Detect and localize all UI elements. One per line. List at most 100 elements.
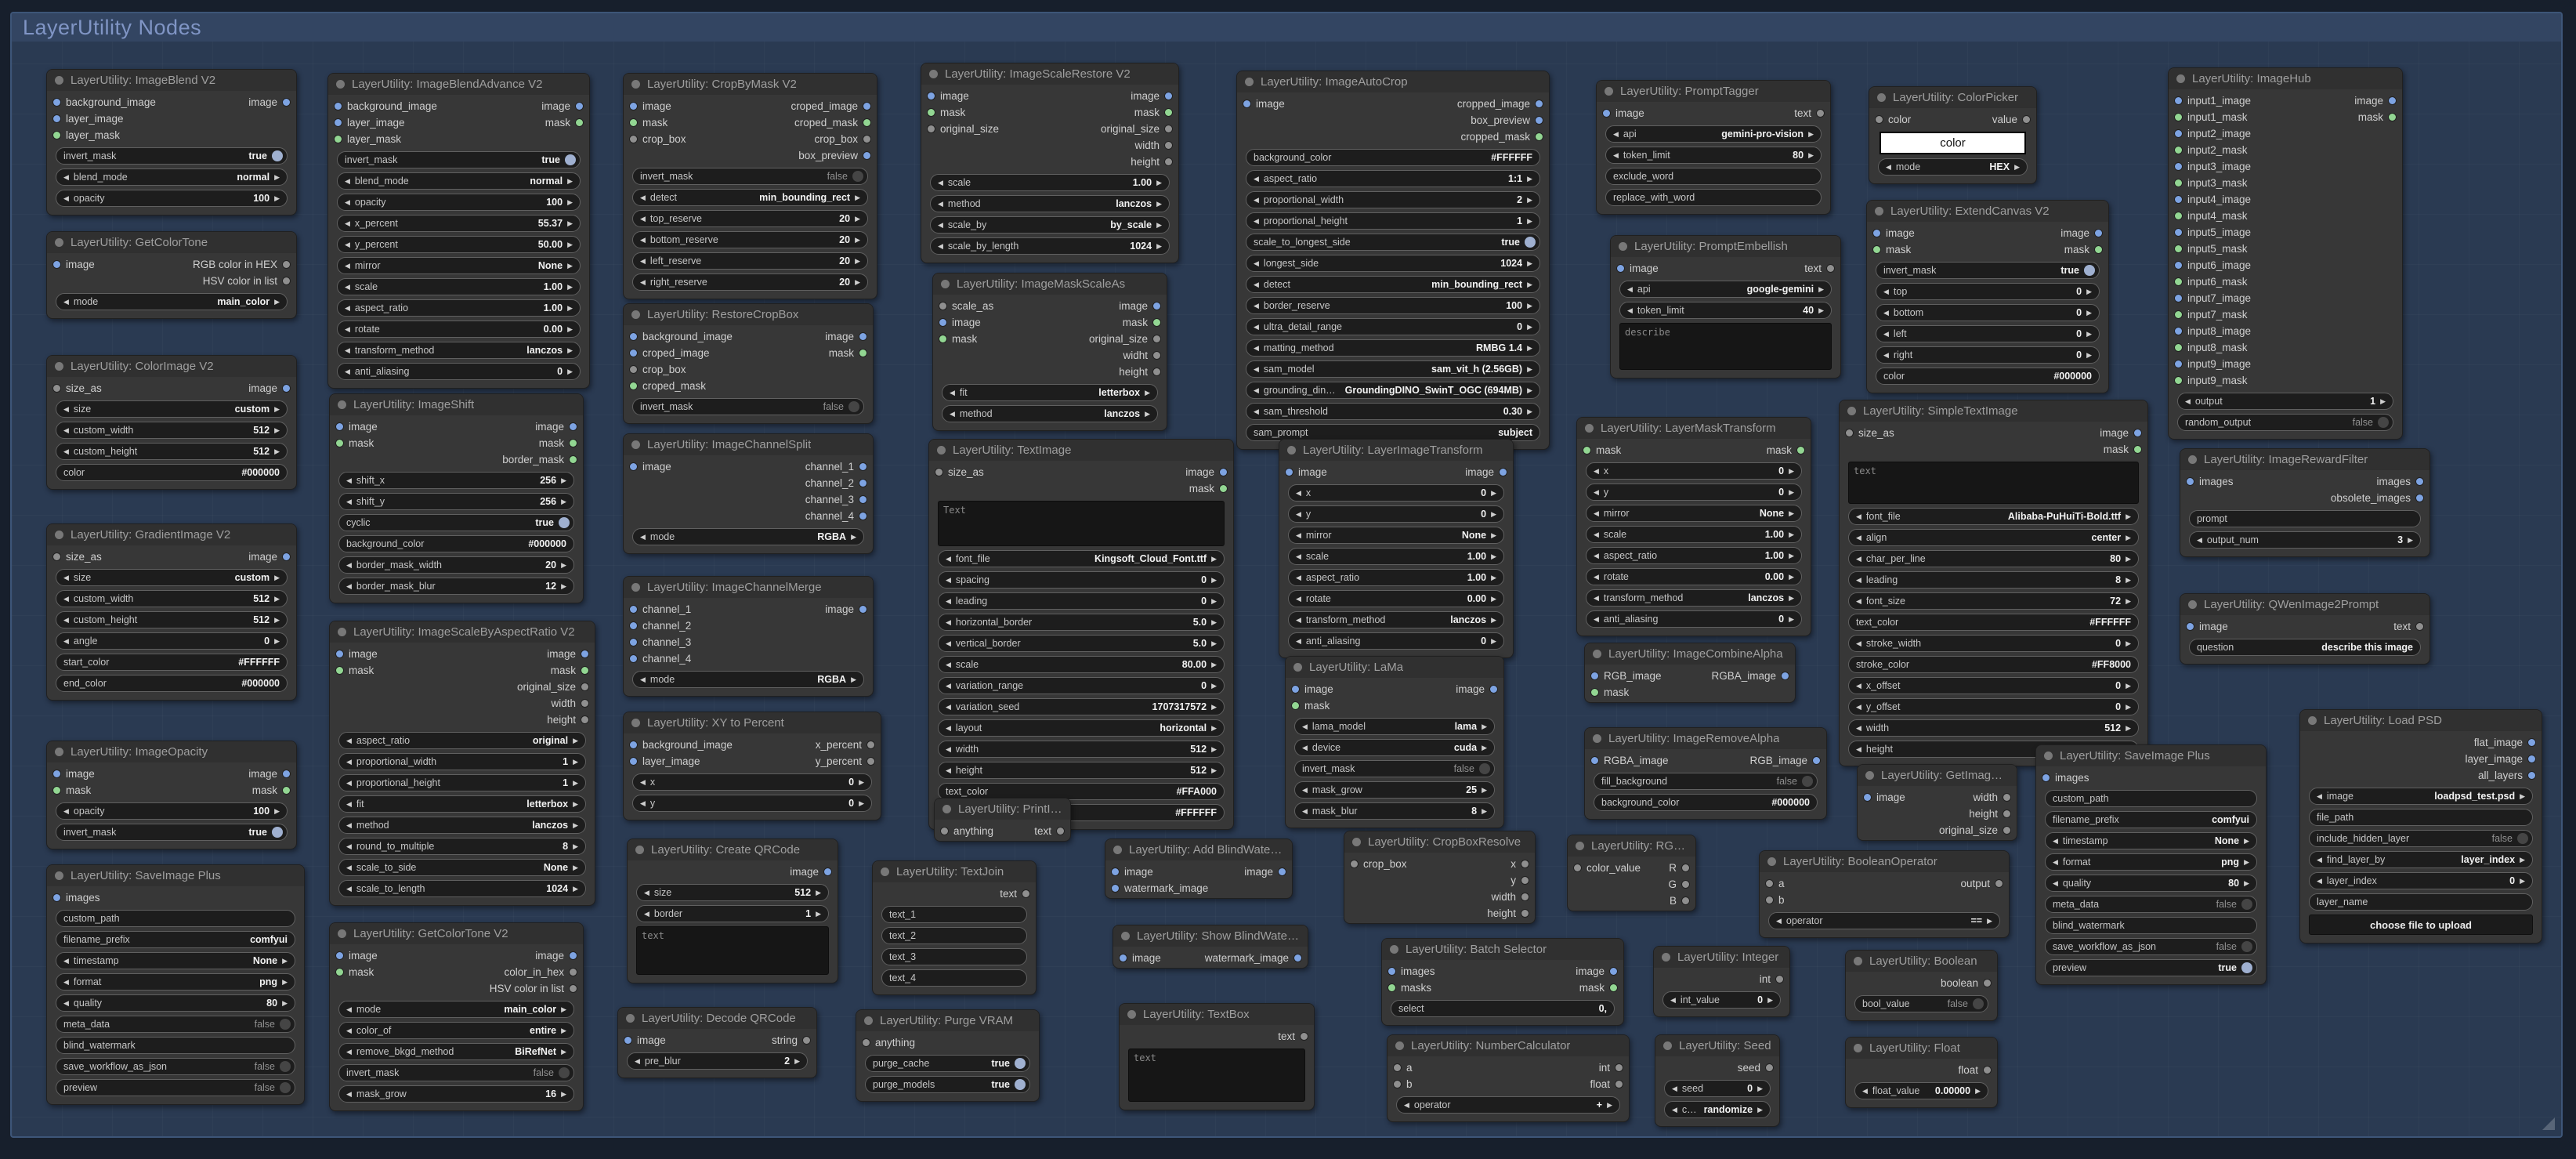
collapse-dot[interactable]: [1854, 1044, 1862, 1052]
widget-meta_data[interactable]: meta_datafalse: [2045, 896, 2257, 913]
combo-left-arrow-icon[interactable]: ◀: [2053, 837, 2058, 846]
combo-left-arrow-icon[interactable]: ◀: [1613, 151, 1619, 160]
combo-right-arrow-icon[interactable]: ▶: [567, 262, 573, 270]
node-title-bar[interactable]: LayerUtility: ImageOpacity: [47, 741, 296, 762]
combo-left-arrow-icon[interactable]: ◀: [1254, 407, 1259, 416]
widget-cyclic[interactable]: cyclictrue: [338, 514, 574, 531]
output-port-seed[interactable]: seed: [1731, 1059, 1779, 1076]
toggle-dot-icon[interactable]: [852, 171, 863, 182]
widget-vertical_border[interactable]: ◀vertical_border5.0▶: [938, 635, 1225, 652]
combo-left-arrow-icon[interactable]: ◀: [345, 304, 350, 313]
input-port-images[interactable]: images: [47, 889, 107, 906]
combo-left-arrow-icon[interactable]: ◀: [346, 561, 352, 570]
combo-left-arrow-icon[interactable]: ◀: [2317, 877, 2322, 886]
widget-layer_name[interactable]: layer_name: [2309, 893, 2533, 911]
node-title-bar[interactable]: LayerUtility: BooleanOperator: [1760, 851, 2009, 872]
collapse-dot[interactable]: [942, 805, 951, 813]
widget-device[interactable]: ◀devicecuda▶: [1294, 739, 1495, 756]
input-port-image[interactable]: image: [47, 256, 101, 273]
combo-left-arrow-icon[interactable]: ◀: [1670, 996, 1676, 1005]
combo-left-arrow-icon[interactable]: ◀: [1613, 130, 1619, 139]
widget-y_percent[interactable]: ◀y_percent50.00▶: [337, 236, 581, 253]
input-port-mask[interactable]: mask: [624, 114, 693, 131]
collapse-dot[interactable]: [55, 871, 63, 880]
widget-transform_method[interactable]: ◀transform_methodlanczos▶: [337, 342, 581, 359]
node-lama[interactable]: LayerUtility: LaMaimagemaskimage◀lama_mo…: [1285, 656, 1504, 828]
widget-text_color[interactable]: text_color#FFFFFF: [1848, 614, 2139, 631]
widget-scale[interactable]: ◀scale1.00▶: [930, 174, 1170, 191]
node-layer-mask-transform[interactable]: LayerUtility: LayerMaskTransformmaskmask…: [1576, 417, 1811, 636]
output-dot-icon[interactable]: [1615, 1081, 1623, 1088]
combo-left-arrow-icon[interactable]: ◀: [1254, 302, 1259, 310]
node-title-bar[interactable]: LayerUtility: QWenImage2Prompt: [2180, 594, 2429, 615]
combo-right-arrow-icon[interactable]: ▶: [274, 574, 280, 582]
input-port-image[interactable]: image: [921, 88, 1005, 104]
textarea-text[interactable]: text: [636, 926, 829, 975]
combo-left-arrow-icon[interactable]: ◀: [1296, 552, 1301, 561]
combo-left-arrow-icon[interactable]: ◀: [1883, 330, 1889, 339]
combo-left-arrow-icon[interactable]: ◀: [946, 703, 951, 712]
widget-invert_mask[interactable]: invert_masktrue: [56, 147, 288, 165]
widget-preview[interactable]: previewtrue: [2045, 959, 2257, 976]
collapse-dot[interactable]: [631, 440, 640, 449]
input-dot-icon[interactable]: [1591, 672, 1598, 679]
collapse-dot[interactable]: [338, 628, 346, 636]
node-crop-by-mask-v2[interactable]: LayerUtility: CropByMask V2imagemaskcrop…: [623, 73, 877, 299]
input-port-input8_image[interactable]: input8_image: [2169, 323, 2257, 339]
widget-select[interactable]: select0,: [1391, 1000, 1615, 1017]
toggle-dot-icon[interactable]: [2378, 417, 2389, 428]
combo-right-arrow-icon[interactable]: ▶: [1211, 661, 1217, 669]
input-dot-icon[interactable]: [935, 469, 942, 476]
widget-bool_value[interactable]: bool_valuefalse: [1854, 995, 1988, 1012]
widget-bottom_reserve[interactable]: ◀bottom_reserve20▶: [632, 231, 868, 248]
node-title-bar[interactable]: LayerUtility: ExtendCanvas V2: [1867, 201, 2108, 222]
output-dot-icon[interactable]: [1057, 828, 1064, 835]
input-port-image[interactable]: image: [1105, 864, 1214, 880]
combo-left-arrow-icon[interactable]: ◀: [640, 194, 646, 202]
output-port-croped_mask[interactable]: croped_mask: [788, 114, 877, 131]
combo-right-arrow-icon[interactable]: ▶: [1975, 1087, 1981, 1096]
widget-scale_to_longest_side[interactable]: scale_to_longest_sidetrue: [1246, 234, 1540, 251]
node-boolean[interactable]: LayerUtility: Booleanbooleanbool_valuefa…: [1845, 950, 1998, 1021]
input-dot-icon[interactable]: [1603, 110, 1610, 117]
combo-right-arrow-icon[interactable]: ▶: [1527, 365, 1532, 374]
widget-rotate[interactable]: ◀rotate0.00▶: [1288, 590, 1504, 607]
node-image-channel-merge[interactable]: LayerUtility: ImageChannelMergechannel_1…: [623, 576, 874, 697]
collapse-dot[interactable]: [631, 583, 640, 592]
combo-left-arrow-icon[interactable]: ◀: [2185, 397, 2191, 406]
input-dot-icon[interactable]: [2175, 179, 2182, 187]
node-title-bar[interactable]: LayerUtility: ColorImage V2: [47, 356, 296, 377]
output-dot-icon[interactable]: [1817, 110, 1824, 117]
output-dot-icon[interactable]: [1813, 757, 1820, 764]
combo-right-arrow-icon[interactable]: ▶: [1491, 637, 1496, 646]
output-port-mask[interactable]: mask: [2097, 441, 2147, 458]
widget-scale_by[interactable]: ◀scale_byby_scale▶: [930, 216, 1170, 234]
input-port-mask[interactable]: mask: [47, 782, 101, 799]
input-dot-icon[interactable]: [1394, 1081, 1401, 1088]
input-dot-icon[interactable]: [2042, 774, 2050, 781]
widget-shift_y[interactable]: ◀shift_y256▶: [338, 493, 574, 510]
combo-left-arrow-icon[interactable]: ◀: [950, 410, 955, 418]
combo-left-arrow-icon[interactable]: ◀: [346, 800, 352, 809]
output-dot-icon[interactable]: [1536, 100, 1543, 107]
widget-bottom[interactable]: ◀bottom0▶: [1876, 304, 2100, 321]
widget-pre_blur[interactable]: ◀pre_blur2▶: [627, 1052, 808, 1070]
output-dot-icon[interactable]: [863, 136, 870, 143]
input-port-input8_mask[interactable]: input8_mask: [2169, 339, 2257, 356]
widget-quality[interactable]: ◀quality80▶: [56, 994, 295, 1012]
widget-x[interactable]: ◀x0▶: [1288, 484, 1504, 502]
output-dot-icon[interactable]: [1490, 686, 1497, 693]
combo-right-arrow-icon[interactable]: ▶: [567, 198, 573, 207]
combo-left-arrow-icon[interactable]: ◀: [1254, 259, 1259, 268]
output-port-image[interactable]: image: [529, 418, 583, 435]
widget-image[interactable]: ◀imageloadpsd_test.psd▶: [2309, 788, 2533, 805]
input-dot-icon[interactable]: [630, 741, 637, 748]
output-dot-icon[interactable]: [1536, 117, 1543, 124]
widget-mirror[interactable]: ◀mirrorNone▶: [1288, 527, 1504, 544]
widget-invert_mask[interactable]: invert_masktrue: [56, 824, 288, 841]
input-dot-icon[interactable]: [336, 969, 343, 976]
toggle-dot-icon[interactable]: [1015, 1058, 1026, 1069]
combo-left-arrow-icon[interactable]: ◀: [1883, 288, 1889, 296]
node-title-bar[interactable]: LayerUtility: Batch Selector: [1382, 939, 1623, 960]
combo-left-arrow-icon[interactable]: ◀: [1856, 512, 1861, 521]
